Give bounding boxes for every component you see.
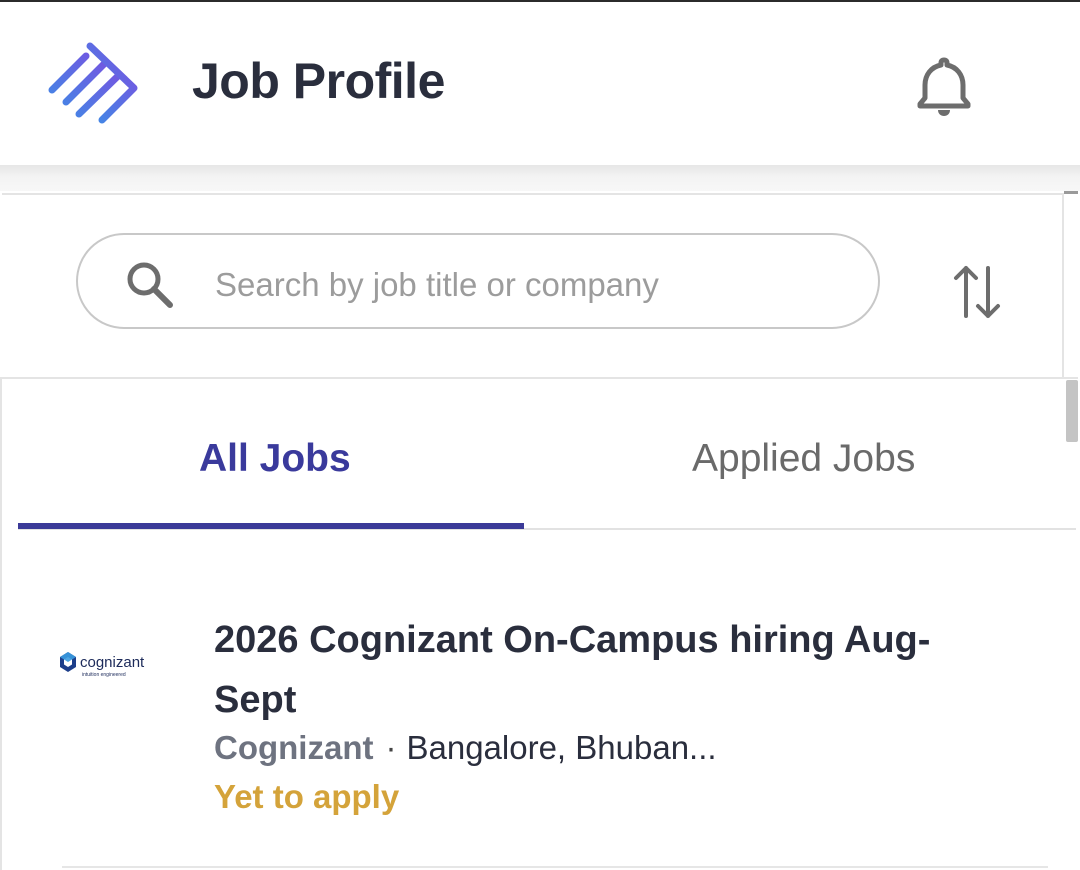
scroll-indicator [1064,191,1078,194]
job-meta: Cognizant · Bangalore, Bhuban... [214,729,717,767]
company-name: Cognizant [214,729,374,766]
search-placeholder: Search by job title or company [215,266,659,303]
brand-logo-icon[interactable] [46,40,146,128]
scrollbar-thumb[interactable] [1066,380,1078,442]
card-divider [62,866,1048,868]
logo-tagline: intuition engineered [82,672,126,678]
cognizant-mark-icon [60,652,76,672]
logo-wordmark: cognizant [80,654,145,671]
app-header: Job Profile [0,2,1080,165]
search-icon [127,262,173,308]
job-title[interactable]: 2026 Cognizant On-Campus hiring Aug-Sept [214,610,994,730]
sort-arrows-icon[interactable] [950,262,1004,322]
bell-icon[interactable] [912,54,976,120]
meta-separator: · [385,729,397,766]
tab-all-jobs[interactable]: All Jobs [199,437,351,481]
header-shadow [0,165,1080,191]
job-location: Bangalore, Bhuban... [406,729,717,766]
active-tab-indicator [18,523,524,529]
company-logo: cognizant intuition engineered [60,652,145,678]
page-title: Job Profile [192,53,445,109]
search-input[interactable]: Search by job title or company [76,233,880,329]
tab-applied-jobs[interactable]: Applied Jobs [692,437,915,481]
application-status: Yet to apply [214,778,400,815]
